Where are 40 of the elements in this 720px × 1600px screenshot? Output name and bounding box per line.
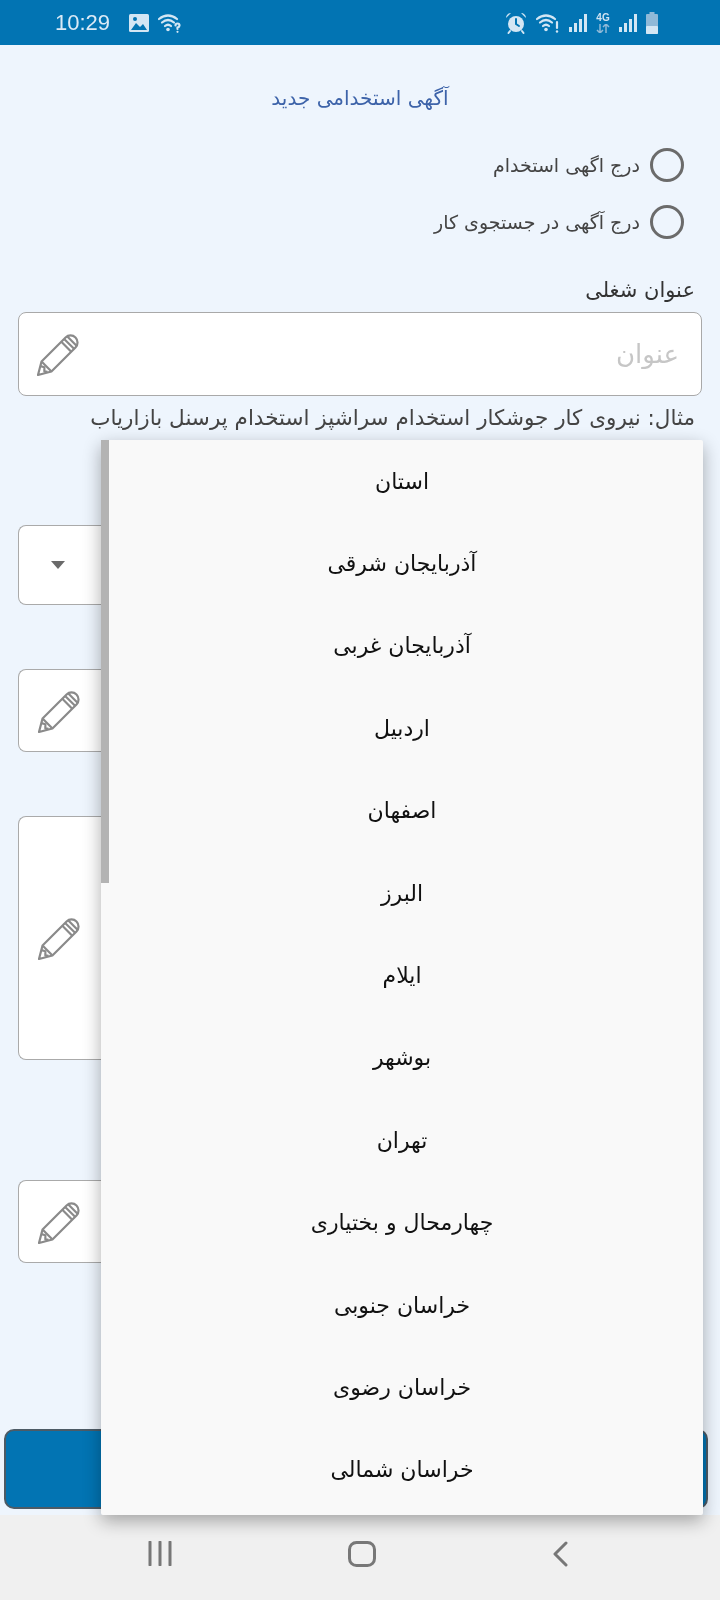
text-field[interactable]: [18, 1180, 103, 1263]
radio-label[interactable]: درج اگهی استخدام: [492, 152, 640, 178]
recent-apps-icon[interactable]: [148, 1541, 172, 1566]
alarm-clock-icon: [505, 11, 527, 34]
menu-item[interactable]: آذربایجان غربی: [109, 604, 695, 688]
signal-icon: [619, 13, 637, 32]
menu-item[interactable]: خراسان رضوی: [109, 1346, 695, 1429]
field-label: عنوان شغلی: [585, 277, 696, 304]
menu-item[interactable]: اردبیل: [109, 687, 695, 770]
radio-button[interactable]: [650, 205, 684, 239]
menu-item[interactable]: البرز: [109, 851, 695, 935]
wifi-icon: [536, 12, 560, 33]
hint-text: مثال: نیروی کار جوشکار استخدام سراشپز استخدام پرسنل بازاریاب: [90, 404, 696, 432]
menu-item[interactable]: اصفهان: [109, 769, 695, 852]
menu-item[interactable]: استان: [109, 440, 695, 523]
text-area-field[interactable]: [18, 816, 103, 1060]
status-time: 10:29: [55, 10, 111, 35]
menu-item[interactable]: تهران: [109, 1099, 695, 1182]
data-arrows-icon: [596, 23, 610, 33]
battery-icon: [646, 11, 658, 34]
menu-item[interactable]: ایلام: [109, 934, 695, 1017]
scrollbar[interactable]: [101, 440, 109, 883]
back-icon[interactable]: [552, 1541, 568, 1567]
wifi-icon: [158, 12, 183, 33]
menu-item[interactable]: چهارمحال و بختیاری: [109, 1181, 695, 1264]
image-icon: [129, 13, 150, 32]
text-field[interactable]: [18, 669, 103, 752]
radio-button[interactable]: [650, 148, 684, 182]
menu-item[interactable]: بوشهر: [109, 1016, 695, 1100]
home-icon[interactable]: [348, 1541, 376, 1567]
caret-icon: [51, 561, 65, 569]
radio-label[interactable]: درج آگهی در جستجوی کار: [434, 209, 640, 235]
menu-item[interactable]: آذربایجان شرقی: [109, 522, 695, 605]
dropdown-field[interactable]: [18, 525, 103, 605]
job-title-input[interactable]: عنوان: [18, 312, 702, 396]
signal-icon: [569, 13, 587, 32]
menu-item[interactable]: خراسان شمالی: [109, 1428, 695, 1512]
menu-item[interactable]: خراسان جنوبی: [109, 1263, 695, 1347]
page-title: آگهی استخدامی جدید: [271, 85, 449, 112]
network-type-label: 4G: [596, 12, 610, 23]
